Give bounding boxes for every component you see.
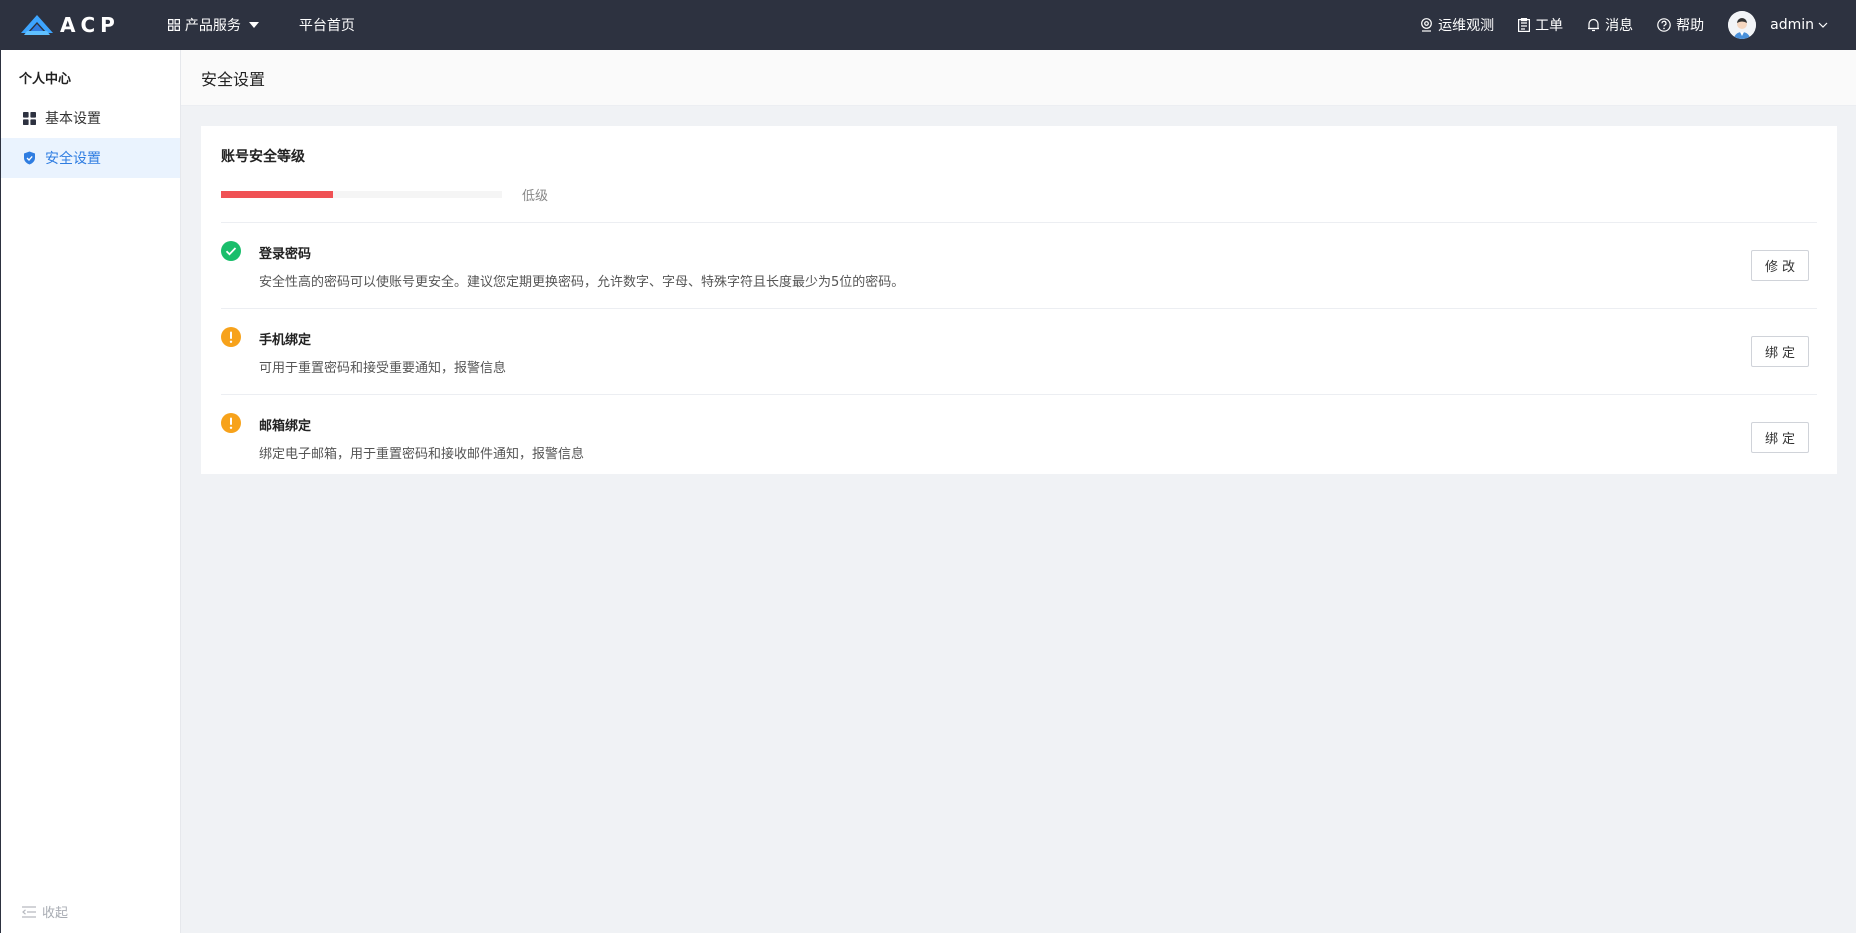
app-logo[interactable]: ACP: [20, 0, 120, 50]
user-avatar-icon: [1728, 11, 1757, 39]
help-label: 帮助: [1676, 18, 1705, 34]
security-item-phone: 手机绑定 可用于重置密码和接受重要通知，报警信息 绑定: [221, 309, 1817, 395]
security-item-password: 登录密码 安全性高的密码可以使账号更安全。建议您定期更换密码，允许数字、字母、特…: [221, 223, 1817, 309]
top-navbar: ACP 产品服务 平台首页 运维观测 工单 消息 帮助 admin: [0, 0, 1856, 50]
collapse-sidebar-button[interactable]: 收起: [22, 902, 68, 921]
security-level: 低级: [221, 180, 1817, 208]
ticket-label: 工单: [1535, 18, 1564, 34]
nav-product-services[interactable]: 产品服务: [167, 0, 259, 50]
sidebar-item-security-settings[interactable]: 安全设置: [1, 138, 180, 178]
ops-observe-label: 运维观测: [1438, 18, 1495, 34]
security-item-title: 邮箱绑定: [259, 419, 312, 434]
warning-circle-icon: [221, 327, 241, 347]
main-nav: 产品服务 平台首页: [167, 0, 395, 50]
security-level-bar-fill: [221, 190, 334, 198]
help-link[interactable]: 帮助: [1657, 15, 1704, 35]
check-circle-icon: [221, 241, 241, 261]
dashboard-icon: [23, 111, 36, 125]
logo-mark-icon: [21, 15, 53, 35]
security-item-desc: 可用于重置密码和接受重要通知，报警信息: [259, 361, 507, 376]
page-title: 安全设置: [201, 69, 266, 89]
sidebar-item-basic-settings[interactable]: 基本设置: [1, 98, 180, 138]
avatar[interactable]: [1728, 11, 1757, 39]
warning-circle-icon: [221, 413, 241, 433]
nav-platform-home-label: 平台首页: [298, 18, 355, 34]
location-icon: [1421, 18, 1433, 32]
messages-label: 消息: [1605, 18, 1634, 34]
top-right-actions: 运维观测 工单 消息 帮助 admin: [1396, 0, 1828, 50]
collapse-menu-icon: [22, 905, 36, 918]
shield-icon: [24, 151, 35, 165]
page-header: 安全设置: [181, 50, 1856, 106]
security-item-desc: 绑定电子邮箱，用于重置密码和接收邮件通知，报警信息: [259, 447, 585, 462]
user-menu[interactable]: admin: [1770, 17, 1828, 33]
help-icon: [1657, 18, 1671, 32]
security-item-desc: 安全性高的密码可以使账号更安全。建议您定期更换密码，允许数字、字母、特殊字符且长…: [259, 275, 905, 290]
nav-product-services-label: 产品服务: [184, 18, 241, 34]
collapse-label: 收起: [42, 906, 69, 921]
modify-password-button[interactable]: 修改: [1751, 250, 1809, 281]
grid-icon: [167, 19, 180, 31]
sidebar-item-label: 安全设置: [45, 151, 101, 167]
nav-platform-home[interactable]: 平台首页: [299, 0, 355, 50]
security-item-title: 登录密码: [259, 247, 312, 262]
sidebar: 个人中心 基本设置 安全设置 收起: [0, 50, 181, 933]
security-level-title: 账号安全等级: [221, 149, 305, 165]
security-card: 账号安全等级 低级 登录密码 安全性高的密码可以使账号更安全。建议您定期更换密码…: [201, 126, 1837, 474]
bind-email-button[interactable]: 绑定: [1751, 422, 1809, 453]
bell-icon: [1588, 18, 1600, 32]
clipboard-icon: [1518, 18, 1531, 32]
logo-text: ACP: [60, 13, 120, 37]
security-item-email: 邮箱绑定 绑定电子邮箱，用于重置密码和接收邮件通知，报警信息 绑定: [221, 395, 1817, 481]
sidebar-item-label: 基本设置: [45, 111, 101, 127]
bind-phone-button[interactable]: 绑定: [1751, 336, 1809, 367]
security-item-title: 手机绑定: [259, 333, 312, 348]
caret-down-icon: [248, 22, 259, 28]
security-level-bar: [221, 190, 502, 198]
security-level-label: 低级: [522, 188, 549, 204]
username: admin: [1770, 17, 1814, 33]
chevron-down-icon: [1818, 22, 1828, 28]
ops-observe-link[interactable]: 运维观测: [1420, 15, 1494, 35]
sidebar-title: 个人中心: [19, 72, 72, 87]
ticket-link[interactable]: 工单: [1518, 15, 1563, 35]
messages-link[interactable]: 消息: [1587, 15, 1633, 35]
